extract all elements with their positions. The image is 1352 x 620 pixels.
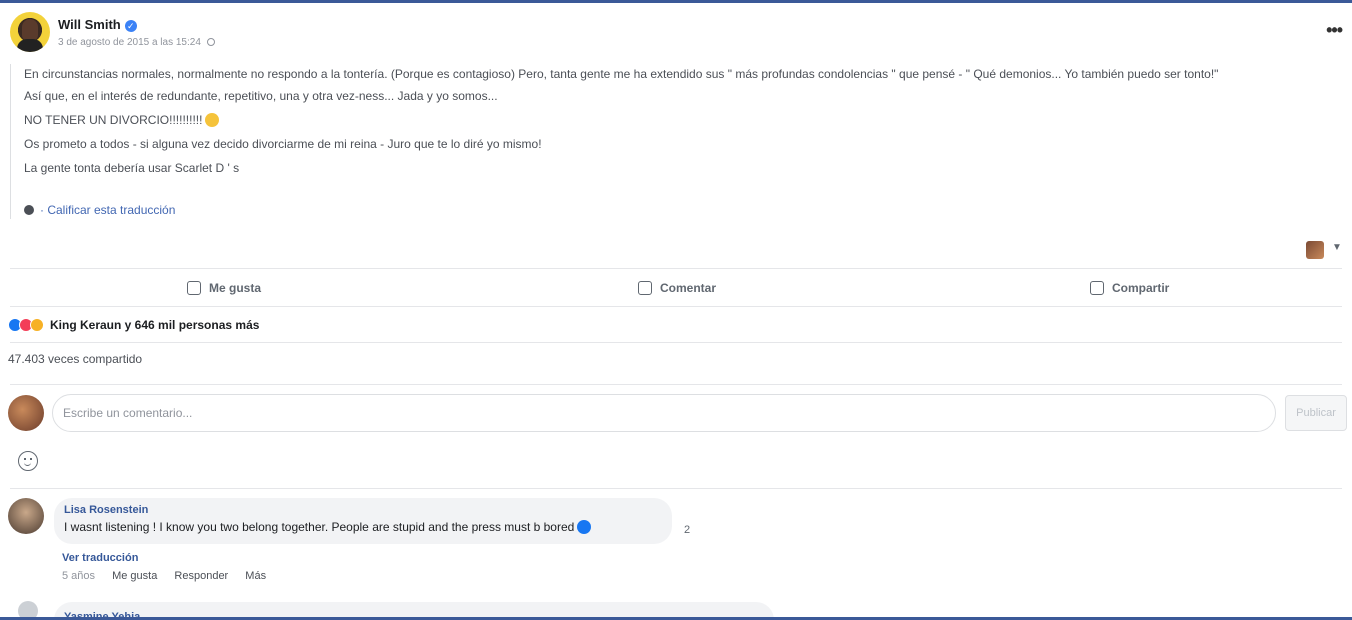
wow-reaction-icon — [30, 317, 44, 332]
post-timestamp[interactable]: 3 de agosto de 2015 a las 15:24 — [58, 37, 215, 48]
comment-more-link[interactable]: Más — [245, 570, 266, 582]
comment-bubble: Lisa Rosenstein I wasnt listening ! I kn… — [54, 498, 672, 544]
author-avatar[interactable] — [10, 12, 50, 52]
comment-reaction-icon[interactable] — [577, 520, 592, 534]
comment-author-name[interactable]: Lisa Rosenstein — [64, 504, 662, 516]
translation-bar — [10, 64, 11, 219]
share-label: Compartir — [1112, 281, 1170, 295]
comment-input[interactable] — [52, 394, 1276, 432]
post-paragraph: Os prometo a todos - si alguna vez decid… — [24, 137, 542, 151]
comment-reaction-count[interactable]: 2 — [684, 524, 690, 536]
post-paragraph: NO TENER UN DIVORCIO!!!!!!!!!! — [24, 112, 1334, 128]
emoji-picker-icon[interactable] — [18, 451, 38, 471]
post-paragraph-text: NO TENER UN DIVORCIO!!!!!!!!!! — [24, 113, 203, 127]
more-options-icon[interactable]: ••• — [1326, 20, 1343, 41]
avatar-shirt — [17, 39, 43, 52]
comment-reply-link[interactable]: Responder — [174, 570, 228, 582]
divider — [10, 268, 1342, 269]
comment-label: Comentar — [660, 281, 717, 295]
comment-text-body: I wasnt listening ! I know you two belon… — [64, 520, 575, 534]
post-header: Will Smith ✓ 3 de agosto de 2015 a las 15… — [10, 12, 1343, 56]
post-paragraph: En circunstancias normales, normalmente … — [24, 67, 1219, 81]
post-date-text[interactable]: 3 de agosto de 2015 a las 15:24 — [58, 37, 201, 48]
comment-bubble-icon — [638, 281, 652, 295]
post-paragraph: Así que, en el interés de redundante, re… — [24, 89, 498, 103]
gear-icon — [24, 205, 34, 215]
current-user-avatar[interactable] — [8, 395, 44, 431]
shares-count[interactable]: 47.403 veces compartido — [8, 352, 142, 366]
chevron-down-icon[interactable]: ▼ — [1332, 242, 1342, 253]
author-name[interactable]: Will Smith ✓ — [58, 17, 137, 32]
thumbs-up-icon — [187, 281, 201, 295]
comment-button[interactable]: Comentar — [638, 278, 716, 298]
divider — [10, 306, 1342, 307]
divider — [10, 384, 1342, 385]
share-button[interactable]: Compartir — [1090, 278, 1169, 298]
comment-meta: 5 años Me gusta Responder Más — [62, 570, 280, 582]
see-translation-link[interactable]: Ver traducción — [62, 552, 138, 564]
like-button[interactable]: Me gusta — [187, 278, 261, 298]
avatar-face — [22, 19, 38, 41]
verified-badge-icon: ✓ — [124, 20, 137, 32]
viewer-avatar-icon[interactable] — [1306, 241, 1324, 259]
post-paragraph: La gente tonta debería usar Scarlet D ' … — [24, 161, 240, 175]
publish-button[interactable]: Publicar — [1285, 395, 1347, 431]
globe-icon — [206, 38, 215, 46]
like-label: Me gusta — [209, 281, 262, 295]
post-body: En circunstancias normales, normalmente … — [24, 66, 1334, 184]
reactions-summary[interactable]: King Keraun y 646 mil personas más — [8, 316, 259, 334]
rate-translation-link[interactable]: · Calificar esta traducción — [24, 203, 175, 217]
comment-text: I wasnt listening ! I know you two belon… — [64, 520, 662, 534]
author-name-text[interactable]: Will Smith — [58, 17, 121, 32]
top-border — [0, 0, 1352, 3]
share-arrow-icon — [1090, 281, 1104, 295]
comment-author-avatar[interactable] — [8, 498, 44, 534]
comment-time[interactable]: 5 años — [62, 570, 95, 582]
reactions-count[interactable]: King Keraun y 646 mil personas más — [50, 318, 259, 332]
grinning-emoji-icon — [205, 113, 220, 127]
divider — [10, 488, 1342, 489]
comment-like-link[interactable]: Me gusta — [112, 570, 157, 582]
divider — [10, 342, 1342, 343]
rate-translation-text[interactable]: · Calificar esta traducción — [40, 203, 175, 217]
